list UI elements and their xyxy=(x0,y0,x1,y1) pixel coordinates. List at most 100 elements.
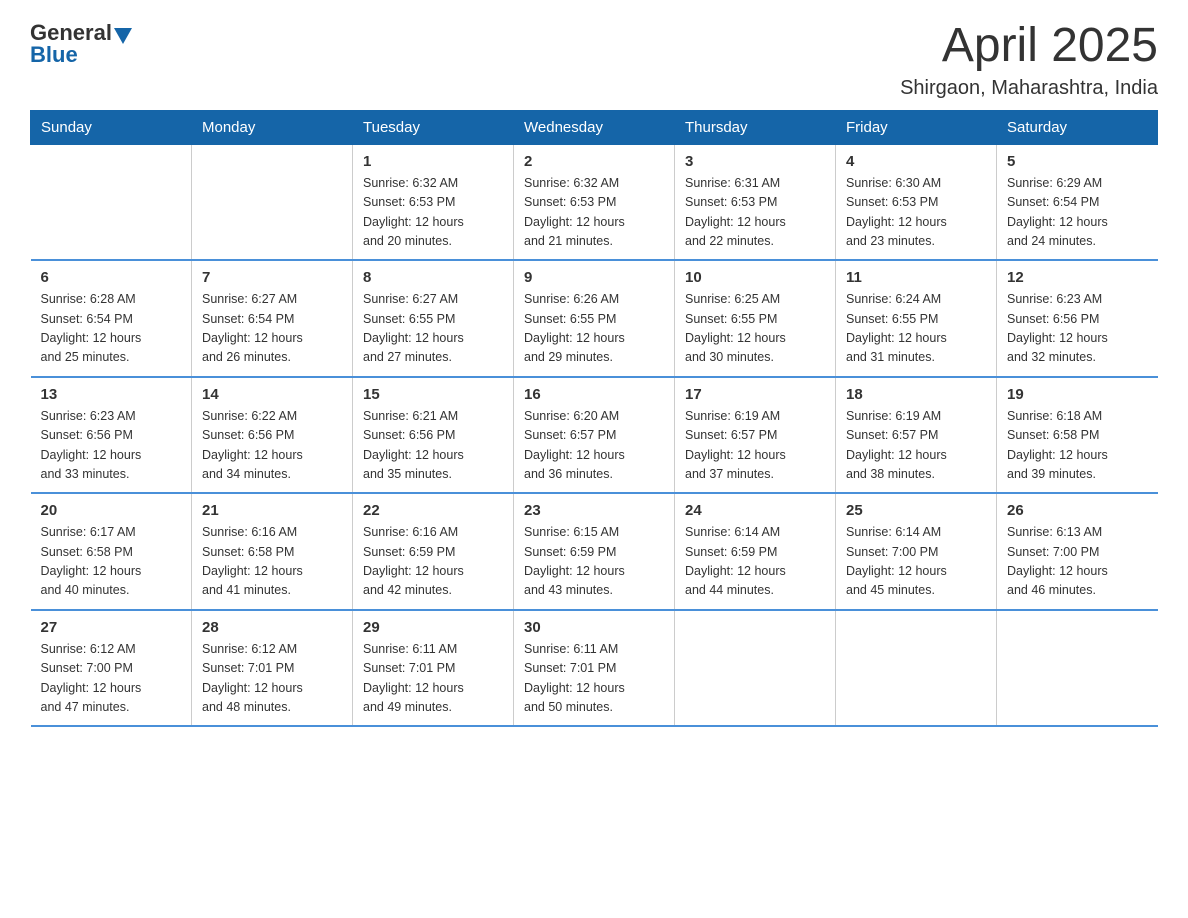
logo-blue-text: Blue xyxy=(30,42,78,68)
calendar-cell: 17Sunrise: 6:19 AMSunset: 6:57 PMDayligh… xyxy=(675,377,836,494)
calendar-cell: 19 Sunrise: 6:18 AMSunset: 6:58 PMDayligh… xyxy=(997,377,1158,494)
calendar-cell: 7Sunrise: 6:27 AMSunset: 6:54 PMDaylight… xyxy=(192,260,353,377)
day-info: Sunrise: 6:32 AMSunset: 6:53 PMDaylight:… xyxy=(524,174,664,252)
day-info: Sunrise: 6:31 AMSunset: 6:53 PMDaylight:… xyxy=(685,174,825,252)
day-info: Sunrise: 6:14 AMSunset: 6:59 PMDaylight:… xyxy=(685,523,825,601)
calendar-cell: 29 Sunrise: 6:11 AMSunset: 7:01 PMDayligh… xyxy=(353,610,514,727)
day-info: Sunrise: 6:15 AMSunset: 6:59 PMDaylight:… xyxy=(524,523,664,601)
logo: General Blue xyxy=(30,20,132,68)
day-info: Sunrise: 6:11 AMSunset: 7:01 PMDaylight:… xyxy=(363,640,503,718)
calendar-cell: 23 Sunrise: 6:15 AMSunset: 6:59 PMDayligh… xyxy=(514,493,675,610)
day-number: 13 xyxy=(41,386,182,403)
calendar-cell xyxy=(192,144,353,260)
calendar-cell xyxy=(675,610,836,727)
week-row-5: 27 Sunrise: 6:12 AMSunset: 7:00 PMDayligh… xyxy=(31,610,1158,727)
day-number: 24 xyxy=(685,502,825,519)
day-number: 27 xyxy=(41,619,182,636)
day-number: 5 xyxy=(1007,153,1148,170)
day-number: 25 xyxy=(846,502,986,519)
day-number: 20 xyxy=(41,502,182,519)
day-info: Sunrise: 6:30 AMSunset: 6:53 PMDaylight:… xyxy=(846,174,986,252)
calendar-cell: 8Sunrise: 6:27 AMSunset: 6:55 PMDaylight… xyxy=(353,260,514,377)
calendar-cell: 6Sunrise: 6:28 AMSunset: 6:54 PMDaylight… xyxy=(31,260,192,377)
day-info: Sunrise: 6:32 AMSunset: 6:53 PMDaylight:… xyxy=(363,174,503,252)
calendar-cell: 14 Sunrise: 6:22 AMSunset: 6:56 PMDayligh… xyxy=(192,377,353,494)
calendar-cell: 10Sunrise: 6:25 AMSunset: 6:55 PMDayligh… xyxy=(675,260,836,377)
day-number: 28 xyxy=(202,619,342,636)
day-number: 2 xyxy=(524,153,664,170)
day-info: Sunrise: 6:23 AMSunset: 6:56 PMDaylight:… xyxy=(1007,290,1148,368)
day-number: 14 xyxy=(202,386,342,403)
day-info: Sunrise: 6:13 AMSunset: 7:00 PMDaylight:… xyxy=(1007,523,1148,601)
day-info: Sunrise: 6:16 AMSunset: 6:58 PMDaylight:… xyxy=(202,523,342,601)
calendar-cell: 24 Sunrise: 6:14 AMSunset: 6:59 PMDayligh… xyxy=(675,493,836,610)
day-number: 22 xyxy=(363,502,503,519)
day-number: 15 xyxy=(363,386,503,403)
calendar-cell xyxy=(997,610,1158,727)
logo-arrow-icon xyxy=(114,28,132,44)
day-info: Sunrise: 6:22 AMSunset: 6:56 PMDaylight:… xyxy=(202,407,342,485)
day-number: 11 xyxy=(846,269,986,286)
day-info: Sunrise: 6:11 AMSunset: 7:01 PMDaylight:… xyxy=(524,640,664,718)
calendar-cell: 28 Sunrise: 6:12 AMSunset: 7:01 PMDayligh… xyxy=(192,610,353,727)
weekday-header-sunday: Sunday xyxy=(31,110,192,144)
day-number: 19 xyxy=(1007,386,1148,403)
day-info: Sunrise: 6:19 AMSunset: 6:57 PMDaylight:… xyxy=(846,407,986,485)
weekday-header-row: SundayMondayTuesdayWednesdayThursdayFrid… xyxy=(31,110,1158,144)
day-number: 29 xyxy=(363,619,503,636)
day-number: 26 xyxy=(1007,502,1148,519)
weekday-header-wednesday: Wednesday xyxy=(514,110,675,144)
day-info: Sunrise: 6:23 AMSunset: 6:56 PMDaylight:… xyxy=(41,407,182,485)
calendar-cell: 12Sunrise: 6:23 AMSunset: 6:56 PMDayligh… xyxy=(997,260,1158,377)
weekday-header-thursday: Thursday xyxy=(675,110,836,144)
day-info: Sunrise: 6:12 AMSunset: 7:00 PMDaylight:… xyxy=(41,640,182,718)
calendar-cell: 27 Sunrise: 6:12 AMSunset: 7:00 PMDayligh… xyxy=(31,610,192,727)
day-number: 18 xyxy=(846,386,986,403)
month-title: April 2025 xyxy=(900,20,1158,73)
calendar-cell: 25 Sunrise: 6:14 AMSunset: 7:00 PMDayligh… xyxy=(836,493,997,610)
week-row-1: 1 Sunrise: 6:32 AMSunset: 6:53 PMDaylight… xyxy=(31,144,1158,260)
day-number: 3 xyxy=(685,153,825,170)
calendar-cell xyxy=(31,144,192,260)
calendar-cell: 22 Sunrise: 6:16 AMSunset: 6:59 PMDayligh… xyxy=(353,493,514,610)
calendar-cell: 21 Sunrise: 6:16 AMSunset: 6:58 PMDayligh… xyxy=(192,493,353,610)
day-info: Sunrise: 6:14 AMSunset: 7:00 PMDaylight:… xyxy=(846,523,986,601)
calendar-cell: 11Sunrise: 6:24 AMSunset: 6:55 PMDayligh… xyxy=(836,260,997,377)
day-info: Sunrise: 6:12 AMSunset: 7:01 PMDaylight:… xyxy=(202,640,342,718)
day-number: 23 xyxy=(524,502,664,519)
calendar-cell: 3 Sunrise: 6:31 AMSunset: 6:53 PMDaylight… xyxy=(675,144,836,260)
calendar-cell: 13 Sunrise: 6:23 AMSunset: 6:56 PMDayligh… xyxy=(31,377,192,494)
title-area: April 2025 Shirgaon, Maharashtra, India xyxy=(900,20,1158,100)
page-header: General Blue April 2025 Shirgaon, Mahara… xyxy=(30,20,1158,100)
day-info: Sunrise: 6:16 AMSunset: 6:59 PMDaylight:… xyxy=(363,523,503,601)
day-number: 6 xyxy=(41,269,182,286)
week-row-4: 20Sunrise: 6:17 AMSunset: 6:58 PMDayligh… xyxy=(31,493,1158,610)
calendar-cell: 4Sunrise: 6:30 AMSunset: 6:53 PMDaylight… xyxy=(836,144,997,260)
calendar-cell: 5 Sunrise: 6:29 AMSunset: 6:54 PMDaylight… xyxy=(997,144,1158,260)
calendar-cell: 20Sunrise: 6:17 AMSunset: 6:58 PMDayligh… xyxy=(31,493,192,610)
calendar-cell: 2 Sunrise: 6:32 AMSunset: 6:53 PMDaylight… xyxy=(514,144,675,260)
calendar-cell: 26 Sunrise: 6:13 AMSunset: 7:00 PMDayligh… xyxy=(997,493,1158,610)
day-info: Sunrise: 6:27 AMSunset: 6:55 PMDaylight:… xyxy=(363,290,503,368)
calendar-cell xyxy=(836,610,997,727)
location-subtitle: Shirgaon, Maharashtra, India xyxy=(900,77,1158,100)
weekday-header-tuesday: Tuesday xyxy=(353,110,514,144)
calendar-cell: 16Sunrise: 6:20 AMSunset: 6:57 PMDayligh… xyxy=(514,377,675,494)
day-info: Sunrise: 6:26 AMSunset: 6:55 PMDaylight:… xyxy=(524,290,664,368)
day-number: 30 xyxy=(524,619,664,636)
day-number: 21 xyxy=(202,502,342,519)
calendar-cell: 9 Sunrise: 6:26 AMSunset: 6:55 PMDaylight… xyxy=(514,260,675,377)
day-info: Sunrise: 6:29 AMSunset: 6:54 PMDaylight:… xyxy=(1007,174,1148,252)
calendar-cell: 18 Sunrise: 6:19 AMSunset: 6:57 PMDayligh… xyxy=(836,377,997,494)
calendar-cell: 1 Sunrise: 6:32 AMSunset: 6:53 PMDaylight… xyxy=(353,144,514,260)
day-number: 7 xyxy=(202,269,342,286)
weekday-header-friday: Friday xyxy=(836,110,997,144)
calendar-cell: 30 Sunrise: 6:11 AMSunset: 7:01 PMDayligh… xyxy=(514,610,675,727)
day-info: Sunrise: 6:18 AMSunset: 6:58 PMDaylight:… xyxy=(1007,407,1148,485)
day-info: Sunrise: 6:21 AMSunset: 6:56 PMDaylight:… xyxy=(363,407,503,485)
week-row-2: 6Sunrise: 6:28 AMSunset: 6:54 PMDaylight… xyxy=(31,260,1158,377)
day-number: 1 xyxy=(363,153,503,170)
week-row-3: 13 Sunrise: 6:23 AMSunset: 6:56 PMDayligh… xyxy=(31,377,1158,494)
day-number: 9 xyxy=(524,269,664,286)
day-info: Sunrise: 6:25 AMSunset: 6:55 PMDaylight:… xyxy=(685,290,825,368)
